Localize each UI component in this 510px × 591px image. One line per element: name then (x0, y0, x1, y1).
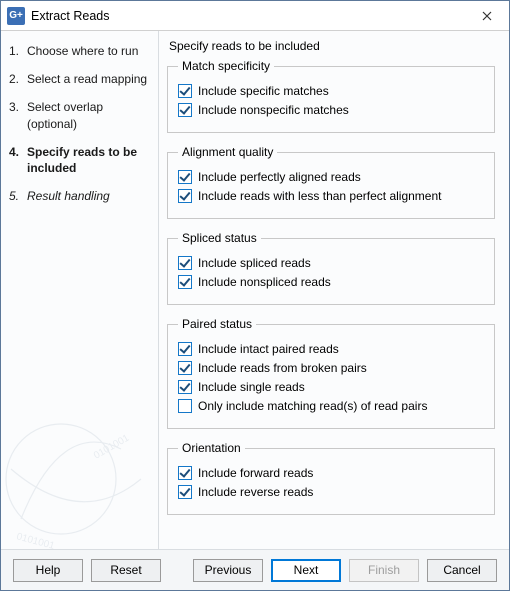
option-include-spliced[interactable]: Include spliced reads (178, 256, 484, 270)
group-paired-status: Paired status Include intact paired read… (167, 317, 495, 429)
group-orientation: Orientation Include forward reads Includ… (167, 441, 495, 515)
wizard-step-4[interactable]: 4. Specify reads to be included (9, 144, 150, 176)
svg-text:0101001: 0101001 (15, 531, 56, 549)
dialog-body: 1. Choose where to run 2. Select a read … (1, 31, 509, 549)
option-include-intact-paired[interactable]: Include intact paired reads (178, 342, 484, 356)
checkbox-label: Only include matching read(s) of read pa… (198, 399, 427, 413)
checkbox-icon[interactable] (178, 380, 192, 394)
option-include-less-than-perfect[interactable]: Include reads with less than perfect ali… (178, 189, 484, 203)
checkbox-label: Include nonspliced reads (198, 275, 331, 289)
app-icon: G+ (7, 7, 25, 25)
panel-heading: Specify reads to be included (169, 39, 495, 53)
wizard-step-label: Select overlap (optional) (27, 99, 150, 131)
wizard-step-label: Specify reads to be included (27, 144, 150, 176)
close-icon (482, 11, 492, 21)
group-legend: Alignment quality (178, 145, 277, 159)
watermark-icon: 0101001 0101001 (1, 389, 159, 549)
wizard-step-3[interactable]: 3. Select overlap (optional) (9, 99, 150, 131)
group-legend: Paired status (178, 317, 256, 331)
checkbox-icon[interactable] (178, 361, 192, 375)
option-include-specific-matches[interactable]: Include specific matches (178, 84, 484, 98)
checkbox-icon[interactable] (178, 399, 192, 413)
group-legend: Orientation (178, 441, 245, 455)
wizard-step-num: 2. (9, 71, 27, 87)
finish-button: Finish (349, 559, 419, 582)
checkbox-icon[interactable] (178, 103, 192, 117)
checkbox-label: Include forward reads (198, 466, 313, 480)
checkbox-icon[interactable] (178, 256, 192, 270)
checkbox-label: Include perfectly aligned reads (198, 170, 361, 184)
main-panel: Specify reads to be included Match speci… (159, 31, 509, 549)
cancel-button[interactable]: Cancel (427, 559, 497, 582)
reset-button[interactable]: Reset (91, 559, 161, 582)
option-include-reverse[interactable]: Include reverse reads (178, 485, 484, 499)
checkbox-icon[interactable] (178, 170, 192, 184)
wizard-step-label: Choose where to run (27, 43, 138, 59)
option-include-single-reads[interactable]: Include single reads (178, 380, 484, 394)
group-legend: Spliced status (178, 231, 261, 245)
checkbox-label: Include spliced reads (198, 256, 311, 270)
option-only-matching-read-pairs[interactable]: Only include matching read(s) of read pa… (178, 399, 484, 413)
checkbox-icon[interactable] (178, 485, 192, 499)
option-include-nonspecific-matches[interactable]: Include nonspecific matches (178, 103, 484, 117)
close-button[interactable] (465, 1, 509, 31)
wizard-sidebar: 1. Choose where to run 2. Select a read … (1, 31, 159, 549)
wizard-step-num: 4. (9, 144, 27, 176)
checkbox-label: Include reads with less than perfect ali… (198, 189, 441, 203)
group-alignment-quality: Alignment quality Include perfectly alig… (167, 145, 495, 219)
option-include-nonspliced[interactable]: Include nonspliced reads (178, 275, 484, 289)
help-button[interactable]: Help (13, 559, 83, 582)
checkbox-label: Include intact paired reads (198, 342, 339, 356)
wizard-step-1[interactable]: 1. Choose where to run (9, 43, 150, 59)
checkbox-label: Include nonspecific matches (198, 103, 349, 117)
checkbox-label: Include specific matches (198, 84, 329, 98)
wizard-step-label: Select a read mapping (27, 71, 147, 87)
option-include-forward[interactable]: Include forward reads (178, 466, 484, 480)
wizard-step-num: 1. (9, 43, 27, 59)
checkbox-icon[interactable] (178, 189, 192, 203)
checkbox-icon[interactable] (178, 84, 192, 98)
group-legend: Match specificity (178, 59, 274, 73)
group-spliced-status: Spliced status Include spliced reads Inc… (167, 231, 495, 305)
next-button[interactable]: Next (271, 559, 341, 582)
checkbox-label: Include reads from broken pairs (198, 361, 367, 375)
wizard-step-num: 3. (9, 99, 27, 131)
button-bar: Help Reset Previous Next Finish Cancel (1, 549, 509, 590)
wizard-step-2[interactable]: 2. Select a read mapping (9, 71, 150, 87)
previous-button[interactable]: Previous (193, 559, 263, 582)
checkbox-label: Include reverse reads (198, 485, 313, 499)
checkbox-icon[interactable] (178, 275, 192, 289)
wizard-step-5[interactable]: 5. Result handling (9, 188, 150, 204)
checkbox-icon[interactable] (178, 342, 192, 356)
wizard-step-label: Result handling (27, 188, 110, 204)
group-match-specificity: Match specificity Include specific match… (167, 59, 495, 133)
option-include-broken-pairs[interactable]: Include reads from broken pairs (178, 361, 484, 375)
checkbox-icon[interactable] (178, 466, 192, 480)
window-title: Extract Reads (31, 9, 465, 23)
wizard-step-num: 5. (9, 188, 27, 204)
titlebar: G+ Extract Reads (1, 1, 509, 31)
checkbox-label: Include single reads (198, 380, 305, 394)
option-include-perfectly-aligned[interactable]: Include perfectly aligned reads (178, 170, 484, 184)
